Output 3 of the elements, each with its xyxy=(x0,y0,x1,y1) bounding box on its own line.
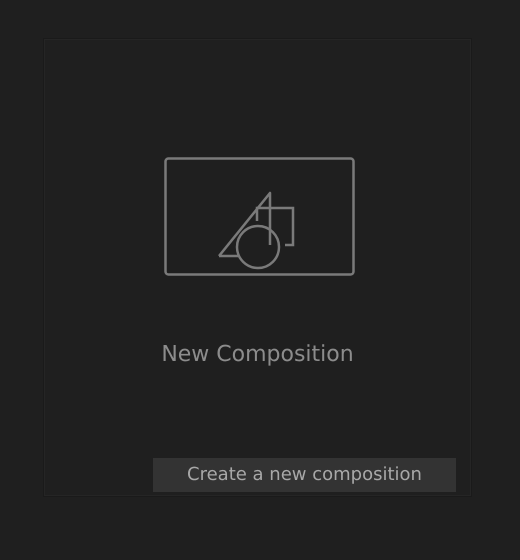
tooltip: Create a new composition xyxy=(153,458,456,492)
card-title: New Composition xyxy=(161,342,354,367)
composition-icon xyxy=(164,157,354,276)
